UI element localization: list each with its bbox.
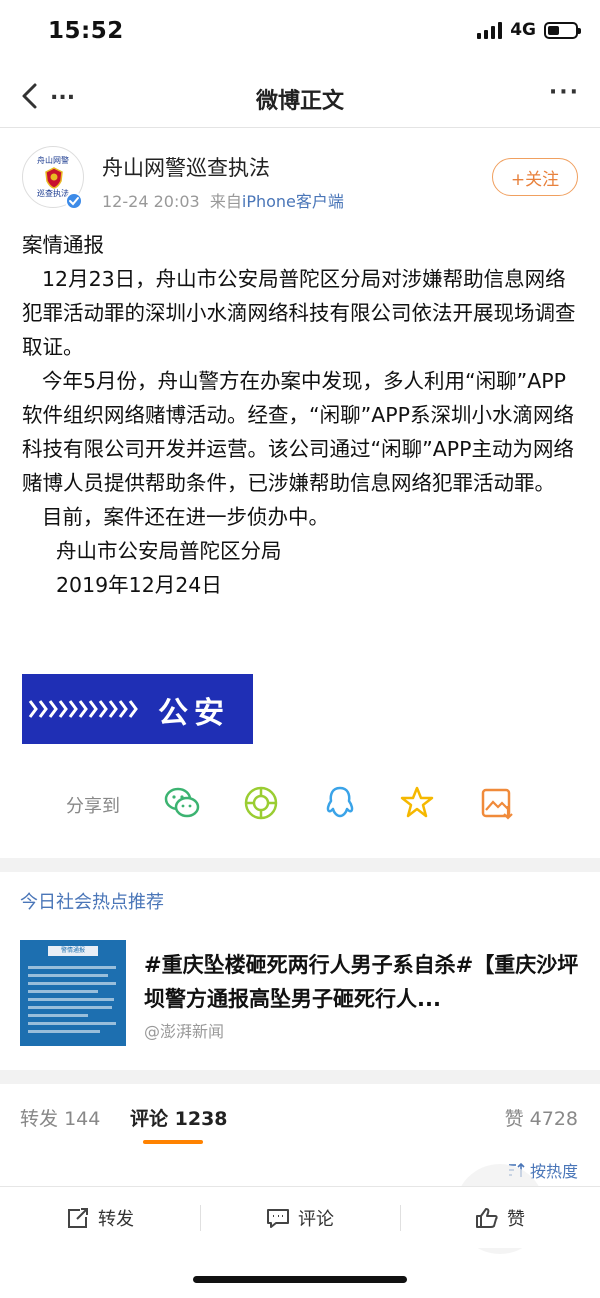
qzone-icon[interactable]: [398, 784, 436, 822]
avatar-top-text: 舟山网警: [37, 156, 69, 165]
battery-icon: [544, 21, 581, 39]
status-bar: 15:52 4G: [0, 0, 600, 62]
comment-icon: [267, 1209, 289, 1228]
signature-date: 2019年12月24日: [56, 573, 222, 597]
save-image-icon[interactable]: [478, 784, 516, 822]
tab-like-count: 4728: [529, 1108, 578, 1130]
thumbs-up-icon: [476, 1208, 498, 1228]
tab-repost-count: 144: [64, 1108, 101, 1130]
signature-org: 舟山市公安局普陀区分局: [56, 539, 282, 563]
tab-like-label: 赞: [504, 1108, 524, 1130]
moments-icon[interactable]: [242, 784, 280, 822]
home-indicator: [193, 1276, 407, 1283]
signal-icon: [477, 21, 503, 39]
sort-label: 按热度: [529, 1162, 578, 1181]
hot-recommendation[interactable]: 今日社会热点推荐 警情通报 #重庆坠楼砸死两行人男子系自杀#【重庆沙坪坝警方通报…: [0, 872, 600, 1068]
comment-button[interactable]: 评论: [200, 1187, 400, 1249]
interaction-tabs: 转发 144 评论 1238 赞 4728: [0, 1084, 600, 1146]
section-divider: [0, 1070, 600, 1084]
post-paragraph: 今年5月份，舟山警方在办案中发现，多人利用“闲聊”APP软件组织网络赌博活动。经…: [22, 369, 574, 495]
post-image-text: 公安: [158, 696, 230, 731]
section-divider: [0, 858, 600, 872]
post-paragraph: 目前，案件还在进一步侦办中。: [42, 505, 329, 529]
tab-like[interactable]: 赞 4728: [505, 1104, 578, 1131]
share-label: 分享到: [66, 796, 120, 817]
network-label: 4G: [510, 20, 536, 40]
like-button[interactable]: 赞: [400, 1187, 600, 1249]
comment-label: 评论: [298, 1209, 334, 1230]
post-source-link[interactable]: iPhone客户端: [242, 192, 344, 211]
source-prefix: 来自: [209, 192, 242, 211]
hot-section-title: 今日社会热点推荐: [20, 892, 164, 913]
tab-comment-count: 1238: [174, 1108, 228, 1130]
hot-headline[interactable]: #重庆坠楼砸死两行人男子系自杀#【重庆沙坪坝警方通报高坠男子砸死行人...: [144, 948, 584, 1016]
verified-icon: [65, 192, 83, 210]
status-indicators: 4G: [477, 20, 581, 40]
post-heading: 案情通报: [22, 233, 104, 257]
tab-comment[interactable]: 评论 1238: [130, 1104, 228, 1131]
repost-label: 转发: [98, 1209, 134, 1230]
follow-button[interactable]: +关注: [492, 158, 578, 196]
qq-icon[interactable]: [321, 784, 359, 822]
chevrons-graphic: [28, 700, 138, 718]
hot-thumbnail[interactable]: 警情通报: [20, 940, 126, 1046]
repost-icon: [68, 1208, 88, 1228]
thumb-header: 警情通报: [48, 946, 98, 956]
like-label: 赞: [507, 1209, 525, 1230]
hot-source: @澎湃新闻: [144, 1022, 225, 1041]
tab-comment-label: 评论: [130, 1108, 169, 1130]
post-meta: 12-24 20:03 来自iPhone客户端: [102, 188, 344, 212]
active-tab-indicator: [143, 1140, 203, 1144]
post-paragraph: 12月23日，舟山市公安局普陀区分局对涉嫌帮助信息网络犯罪活动罪的深圳小水滴网络…: [22, 267, 576, 359]
police-badge-icon: [45, 167, 63, 189]
post-header: 舟山网警 巡查执法 舟山网警巡查执法 12-24 20:03 来自iPhone客…: [0, 140, 600, 220]
post-time: 12-24 20:03: [102, 192, 200, 211]
nav-bar: ... 微博正文 ···: [0, 66, 600, 128]
wechat-icon[interactable]: [163, 784, 201, 822]
page-title: 微博正文: [255, 89, 344, 114]
post-body: 案情通报 12月23日，舟山市公安局普陀区分局对涉嫌帮助信息网络犯罪活动罪的深圳…: [22, 228, 584, 602]
share-row: 分享到: [0, 774, 600, 834]
post-image[interactable]: 公安: [22, 674, 253, 744]
more-options-button[interactable]: ···: [549, 80, 580, 105]
tab-repost[interactable]: 转发 144: [20, 1104, 100, 1131]
bottom-action-bar: 转发 评论 赞: [0, 1186, 600, 1248]
repost-button[interactable]: 转发: [0, 1187, 200, 1249]
author-name[interactable]: 舟山网警巡查执法: [102, 152, 270, 182]
tab-repost-label: 转发: [20, 1108, 59, 1130]
status-time: 15:52: [48, 18, 124, 44]
